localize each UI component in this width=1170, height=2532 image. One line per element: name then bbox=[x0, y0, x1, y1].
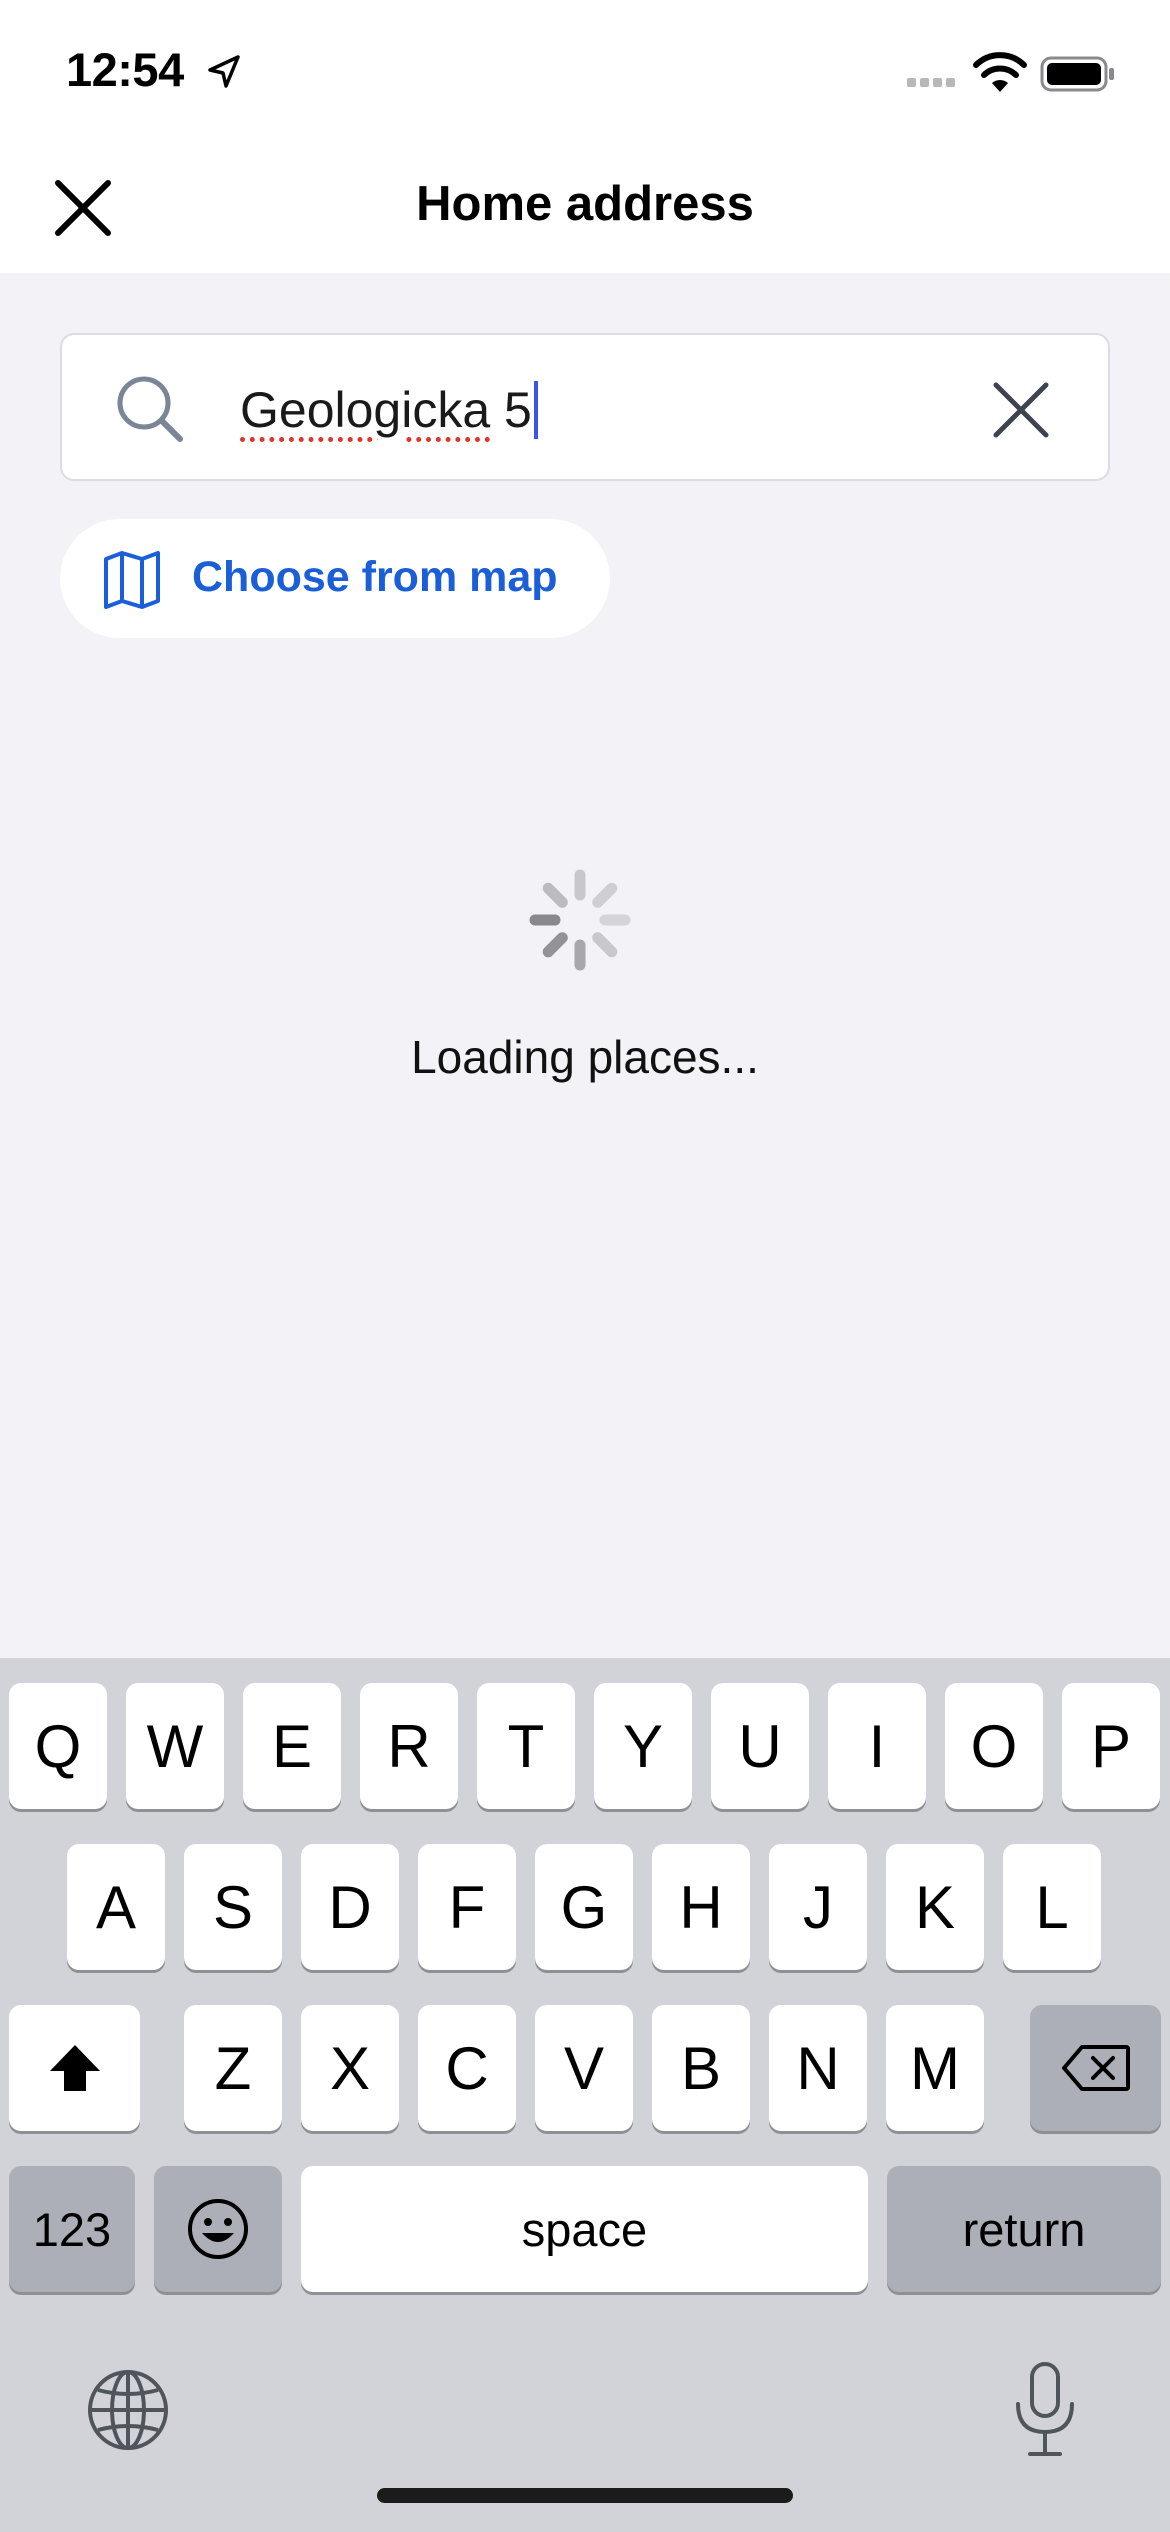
numbers-key[interactable]: 123 bbox=[9, 2166, 135, 2292]
emoji-icon bbox=[188, 2199, 248, 2259]
key-z[interactable]: Z bbox=[184, 2005, 282, 2131]
choose-from-map-label: Choose from map bbox=[192, 553, 558, 601]
return-key[interactable]: return bbox=[887, 2166, 1161, 2292]
location-arrow-icon bbox=[208, 55, 240, 88]
microphone-icon[interactable] bbox=[1010, 2360, 1080, 2460]
battery-icon bbox=[1040, 56, 1114, 92]
key-t[interactable]: T bbox=[477, 1683, 575, 1809]
key-r[interactable]: R bbox=[360, 1683, 458, 1809]
map-icon bbox=[104, 551, 160, 609]
key-a[interactable]: A bbox=[67, 1844, 165, 1970]
key-y[interactable]: Y bbox=[594, 1683, 692, 1809]
key-e[interactable]: E bbox=[243, 1683, 341, 1809]
key-s[interactable]: S bbox=[184, 1844, 282, 1970]
key-p[interactable]: P bbox=[1062, 1683, 1160, 1809]
text-caret bbox=[533, 381, 538, 439]
space-key[interactable]: space bbox=[301, 2166, 868, 2292]
key-c[interactable]: C bbox=[418, 2005, 516, 2131]
delete-key[interactable] bbox=[1030, 2005, 1161, 2131]
emoji-key[interactable] bbox=[154, 2166, 282, 2292]
globe-icon[interactable] bbox=[84, 2366, 172, 2454]
key-k[interactable]: K bbox=[886, 1844, 984, 1970]
wifi-icon bbox=[973, 52, 1027, 92]
key-w[interactable]: W bbox=[126, 1683, 224, 1809]
key-m[interactable]: M bbox=[886, 2005, 984, 2131]
clear-icon[interactable] bbox=[990, 379, 1052, 441]
key-f[interactable]: F bbox=[418, 1844, 516, 1970]
search-input[interactable]: Geologicka 5 bbox=[60, 333, 1110, 481]
key-j[interactable]: J bbox=[769, 1844, 867, 1970]
key-q[interactable]: Q bbox=[9, 1683, 107, 1809]
key-i[interactable]: I bbox=[828, 1683, 926, 1809]
shift-key[interactable] bbox=[9, 2005, 140, 2131]
search-input-value[interactable]: Geologicka 5 bbox=[240, 377, 538, 443]
key-v[interactable]: V bbox=[535, 2005, 633, 2131]
search-value-rest: 5 bbox=[490, 382, 532, 438]
key-n[interactable]: N bbox=[769, 2005, 867, 2131]
home-indicator[interactable] bbox=[377, 2488, 793, 2503]
key-d[interactable]: D bbox=[301, 1844, 399, 1970]
keyboard: Q W E R T Y U I O P A S D F G H J K L Z … bbox=[0, 1658, 1170, 2532]
key-x[interactable]: X bbox=[301, 2005, 399, 2131]
key-l[interactable]: L bbox=[1003, 1844, 1101, 1970]
key-h[interactable]: H bbox=[652, 1844, 750, 1970]
key-u[interactable]: U bbox=[711, 1683, 809, 1809]
loading-spinner-icon bbox=[529, 869, 631, 971]
status-time: 12:54 bbox=[66, 43, 184, 96]
backspace-icon bbox=[1061, 2045, 1130, 2091]
key-g[interactable]: G bbox=[535, 1844, 633, 1970]
page-title: Home address bbox=[416, 177, 754, 231]
key-b[interactable]: B bbox=[652, 2005, 750, 2131]
loading-text: Loading places... bbox=[411, 1031, 759, 1083]
choose-from-map-button[interactable]: Choose from map bbox=[60, 519, 610, 638]
key-o[interactable]: O bbox=[945, 1683, 1043, 1809]
top-bar: 12:54 Home address bbox=[0, 0, 1170, 273]
misspelled-word: Geologicka bbox=[240, 382, 491, 438]
shift-icon bbox=[49, 2045, 100, 2091]
search-icon bbox=[117, 376, 183, 442]
